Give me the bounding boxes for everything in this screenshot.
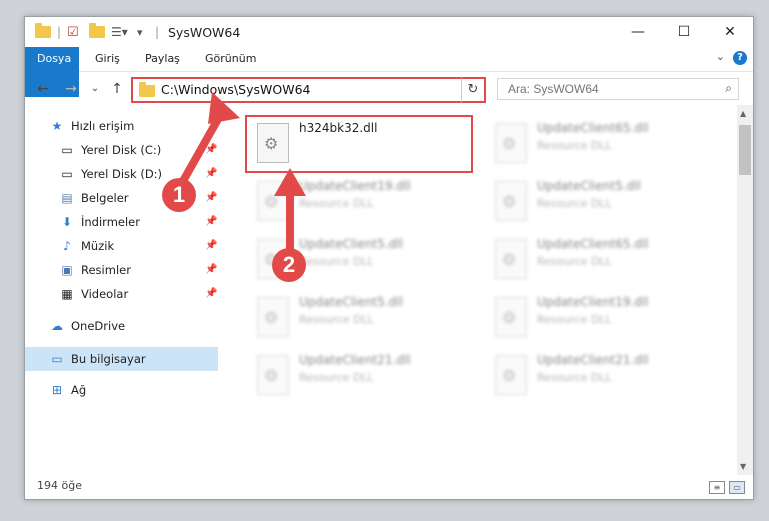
arrow-1-head: [208, 92, 240, 124]
arrow-2-head: [274, 168, 306, 196]
step-badge-1: 1: [162, 178, 196, 212]
annotation-overlay: [174, 92, 306, 264]
step-badge-2: 2: [272, 248, 306, 282]
